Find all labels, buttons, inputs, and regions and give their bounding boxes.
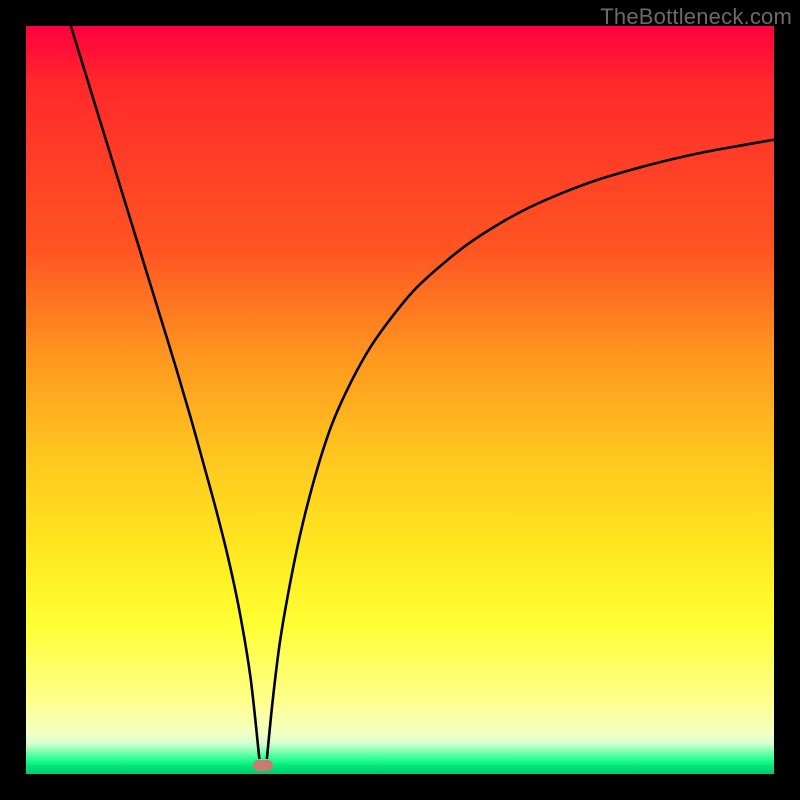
watermark-text: TheBottleneck.com: [600, 4, 792, 30]
chart-frame: TheBottleneck.com: [0, 0, 800, 800]
curve-right-branch: [267, 140, 774, 759]
bottleneck-curve: [26, 26, 774, 774]
minimum-marker: [253, 760, 273, 771]
curve-left-branch: [71, 26, 260, 759]
chart-plot-area: [26, 26, 774, 774]
